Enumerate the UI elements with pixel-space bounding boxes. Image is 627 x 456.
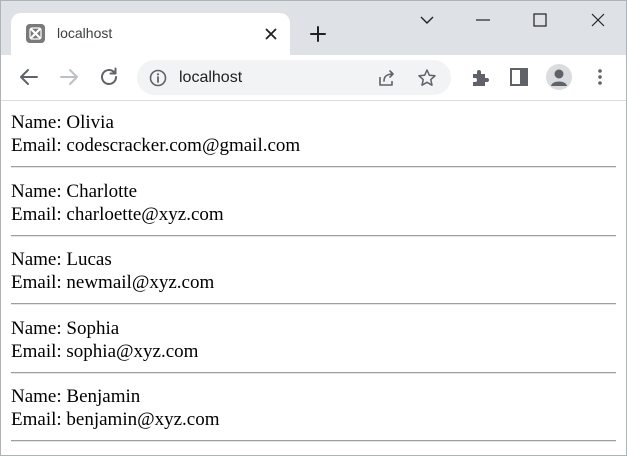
record-item: Name: Charlotte Email: charloette@xyz.co… bbox=[11, 180, 616, 226]
star-icon[interactable] bbox=[417, 68, 437, 88]
kebab-menu-icon[interactable] bbox=[588, 65, 612, 89]
address-bar[interactable]: localhost bbox=[137, 60, 451, 95]
record-name: Name: Lucas bbox=[11, 249, 112, 270]
divider bbox=[11, 303, 616, 305]
info-icon[interactable] bbox=[149, 69, 167, 87]
record-email: Email: sophia@xyz.com bbox=[11, 341, 199, 362]
record-email: Email: newmail@xyz.com bbox=[11, 272, 215, 293]
browser-toolbar: localhost bbox=[1, 55, 626, 101]
page-content: Name: Olivia Email: codescracker.com@gma… bbox=[1, 101, 626, 455]
record-name: Name: Charlotte bbox=[11, 181, 138, 202]
browser-window: localhost localhost Name: Olivia Email: … bbox=[0, 0, 627, 456]
record-item: Name: Lucas Email: newmail@xyz.com bbox=[11, 248, 616, 294]
record-email: Email: benjamin@xyz.com bbox=[11, 409, 220, 430]
profile-icon[interactable] bbox=[546, 64, 572, 90]
divider bbox=[11, 166, 616, 168]
plus-icon[interactable] bbox=[305, 21, 331, 47]
browser-tab[interactable]: localhost bbox=[11, 13, 290, 55]
url-text[interactable]: localhost bbox=[179, 69, 242, 87]
maximize-icon[interactable] bbox=[512, 1, 568, 39]
record-email: Email: charloette@xyz.com bbox=[11, 204, 224, 225]
side-panel-icon[interactable] bbox=[507, 65, 531, 89]
close-icon[interactable] bbox=[262, 25, 280, 43]
share-icon[interactable] bbox=[377, 68, 397, 88]
record-item: Name: Sophia Email: sophia@xyz.com bbox=[11, 317, 616, 363]
divider bbox=[11, 235, 616, 237]
record-name: Name: Olivia bbox=[11, 112, 114, 133]
record-name: Name: Sophia bbox=[11, 318, 120, 339]
record-name: Name: Benjamin bbox=[11, 386, 141, 407]
record-item: Name: Benjamin Email: benjamin@xyz.com bbox=[11, 385, 616, 431]
tab-title: localhost bbox=[57, 25, 113, 41]
record-item: Name: Olivia Email: codescracker.com@gma… bbox=[11, 111, 616, 157]
divider bbox=[11, 440, 616, 442]
tab-strip: localhost bbox=[1, 1, 626, 55]
xampp-favicon-icon bbox=[26, 24, 45, 43]
window-close-icon[interactable] bbox=[570, 1, 626, 39]
reload-icon[interactable] bbox=[97, 65, 121, 89]
minimize-icon[interactable] bbox=[455, 1, 511, 39]
back-arrow-icon[interactable] bbox=[17, 65, 41, 89]
divider bbox=[11, 372, 616, 374]
record-email: Email: codescracker.com@gmail.com bbox=[11, 135, 301, 156]
chevron-down-icon[interactable] bbox=[399, 1, 455, 39]
forward-arrow-icon[interactable] bbox=[57, 65, 81, 89]
extensions-icon[interactable] bbox=[468, 65, 492, 89]
